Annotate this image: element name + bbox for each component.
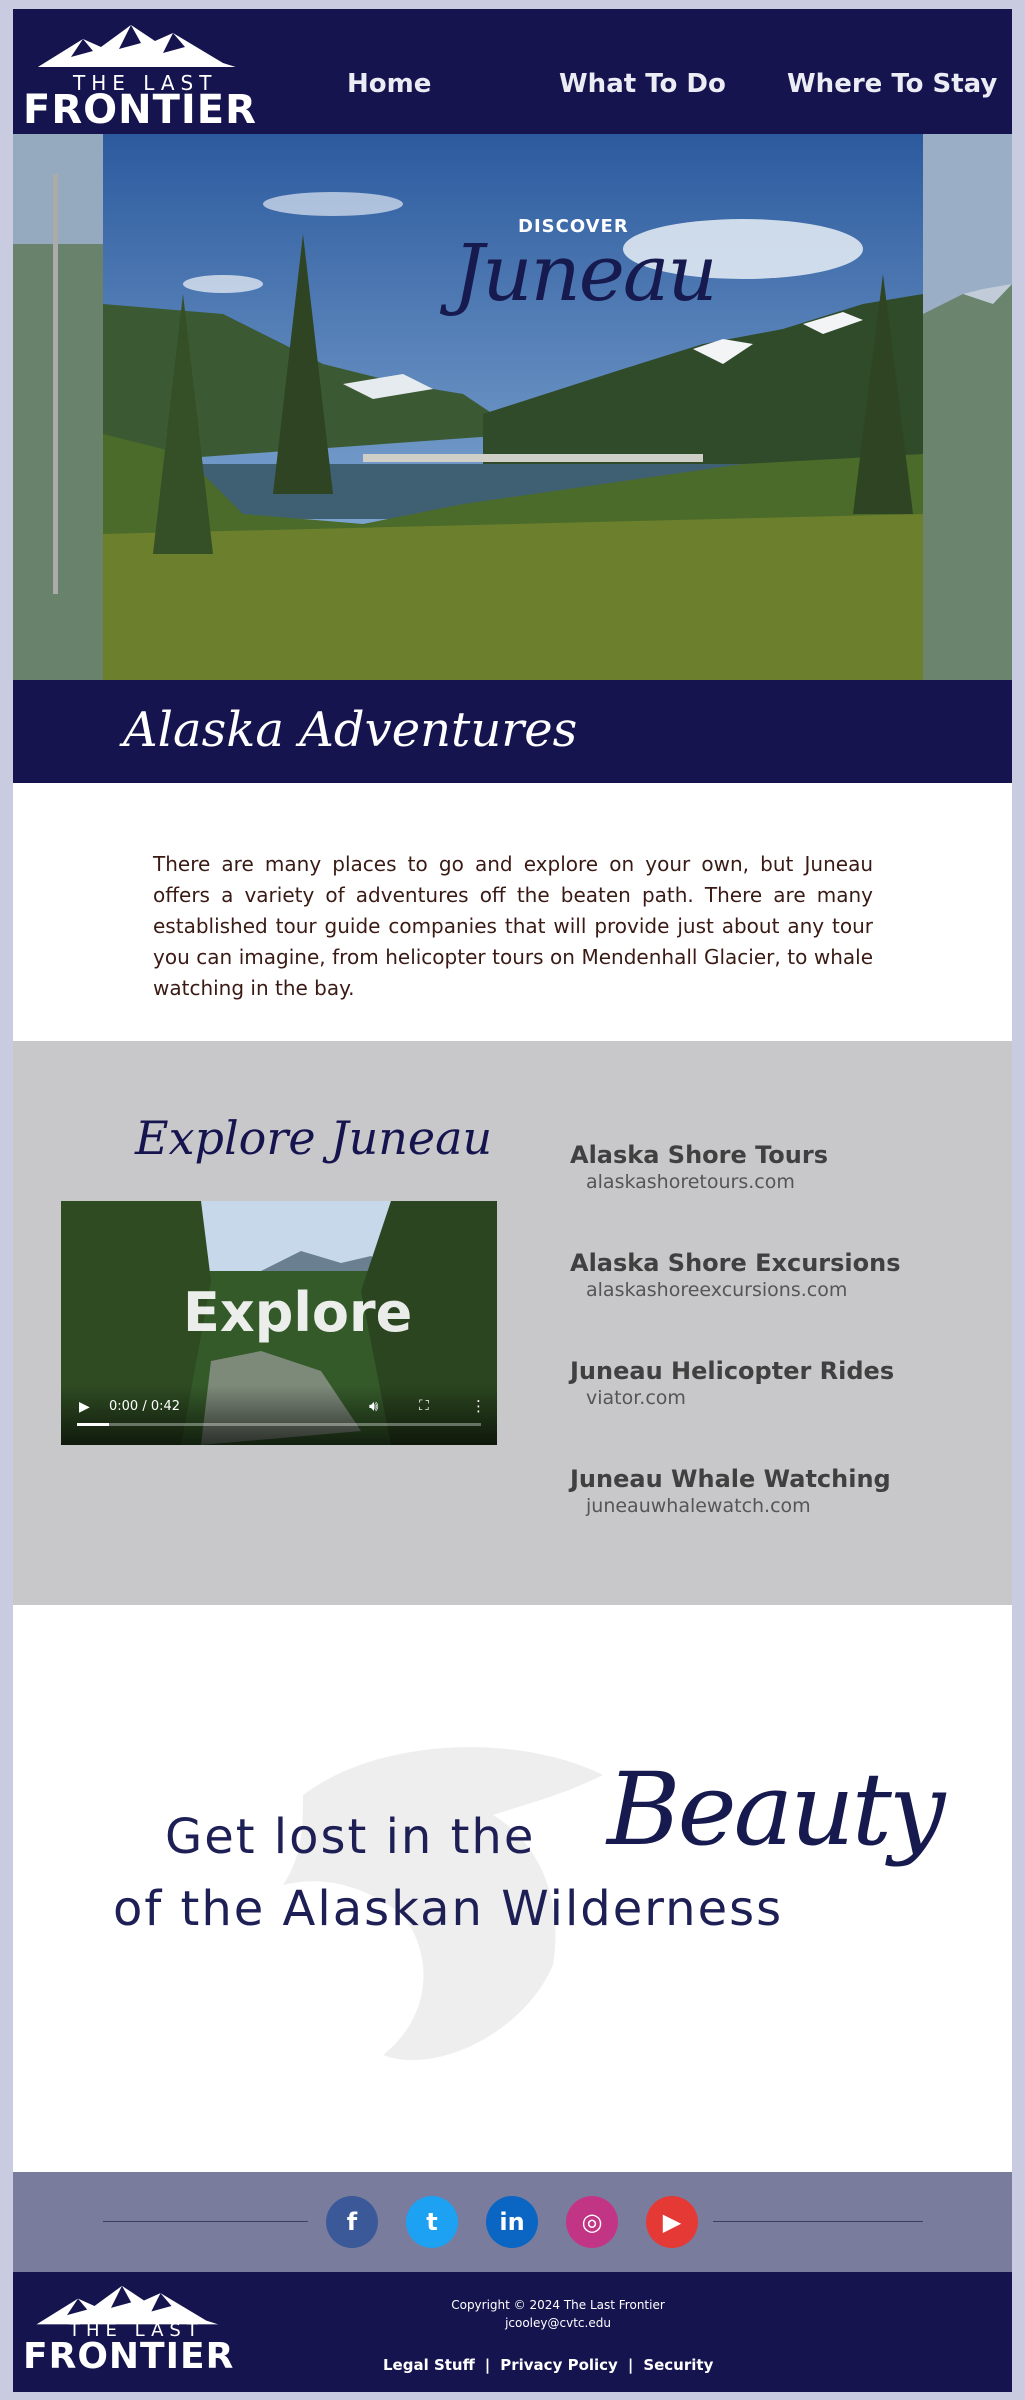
social-bar: f t in ◎ ▶ xyxy=(13,2172,1012,2272)
more-options-icon[interactable]: ⋮ xyxy=(471,1397,486,1415)
twitter-icon[interactable]: t xyxy=(406,2196,458,2248)
youtube-icon[interactable]: ▶ xyxy=(646,2196,698,2248)
page: THE LAST FRONTIER Home What To Do Where … xyxy=(13,9,1012,2392)
tour-item[interactable]: Alaska Shore Excursions alaskashoreexcur… xyxy=(570,1249,990,1301)
security-link[interactable]: Security xyxy=(643,2356,713,2374)
volume-icon[interactable]: 🔊︎ xyxy=(369,1397,378,1415)
beauty-line-2: of the Alaskan Wilderness xyxy=(113,1881,784,1937)
instagram-icon[interactable]: ◎ xyxy=(566,2196,618,2248)
legal-link[interactable]: Legal Stuff xyxy=(383,2356,475,2374)
copyright-text: Copyright © 2024 The Last Frontier xyxy=(451,2298,665,2312)
video-controls xyxy=(61,1385,497,1445)
tour-url[interactable]: viator.com xyxy=(586,1387,990,1409)
hero-banner: DISCOVER Juneau xyxy=(13,134,1012,680)
intro-section: There are many places to go and explore … xyxy=(13,783,1012,1041)
copyright-block: Copyright © 2024 The Last Frontier jcool… xyxy=(433,2296,683,2332)
footer-logo[interactable]: THE LAST FRONTIER xyxy=(23,2278,278,2390)
hero-juneau-photo xyxy=(103,134,923,680)
link-separator: | xyxy=(484,2356,491,2374)
mountain-logo-icon xyxy=(23,25,263,77)
site-header: THE LAST FRONTIER Home What To Do Where … xyxy=(13,9,1012,134)
intro-paragraph: There are many places to go and explore … xyxy=(153,852,873,1000)
tour-item[interactable]: Juneau Whale Watching juneauwhalewatch.c… xyxy=(570,1465,990,1517)
section-title: Alaska Adventures xyxy=(123,702,578,758)
fullscreen-icon[interactable]: ⛶ xyxy=(419,1398,429,1414)
footer-logo-wordmark: FRONTIER xyxy=(23,2336,235,2377)
hero-side-image-left xyxy=(13,134,103,680)
logo-wordmark: FRONTIER xyxy=(23,87,257,133)
tour-url[interactable]: juneauwhalewatch.com xyxy=(586,1495,990,1517)
video-progress-fill xyxy=(77,1423,110,1426)
nav-what-to-do[interactable]: What To Do xyxy=(559,69,726,99)
facebook-icon[interactable]: f xyxy=(326,2196,378,2248)
tour-item[interactable]: Alaska Shore Tours alaskashoretours.com xyxy=(570,1141,990,1193)
beauty-word: Beauty xyxy=(607,1751,945,1868)
hero-side-image-right xyxy=(923,134,1012,680)
tour-url[interactable]: alaskashoretours.com xyxy=(586,1171,990,1193)
tour-item[interactable]: Juneau Helicopter Rides viator.com xyxy=(570,1357,990,1409)
section-title-band: Alaska Adventures xyxy=(13,680,1012,783)
play-icon[interactable]: ▶ xyxy=(79,1399,90,1415)
explore-video-player[interactable]: Explore ▶ 0:00 / 0:42 🔊︎ ⛶ ⋮ xyxy=(61,1201,497,1445)
tour-name[interactable]: Alaska Shore Excursions xyxy=(570,1249,990,1277)
privacy-link[interactable]: Privacy Policy xyxy=(500,2356,618,2374)
video-caption: Explore xyxy=(183,1281,413,1344)
divider-left xyxy=(103,2221,308,2222)
explore-title: Explore Juneau xyxy=(135,1111,493,1165)
tour-name[interactable]: Juneau Helicopter Rides xyxy=(570,1357,990,1385)
nav-where-to-stay[interactable]: Where To Stay xyxy=(787,69,997,99)
footer-links: Legal Stuff | Privacy Policy | Security xyxy=(383,2356,713,2374)
tour-url[interactable]: alaskashoreexcursions.com xyxy=(586,1279,990,1301)
tour-name[interactable]: Juneau Whale Watching xyxy=(570,1465,990,1493)
video-time: 0:00 / 0:42 xyxy=(109,1399,181,1414)
linkedin-icon[interactable]: in xyxy=(486,2196,538,2248)
nav-home[interactable]: Home xyxy=(347,69,431,99)
contact-email[interactable]: jcooley@cvtc.edu xyxy=(433,2314,683,2332)
site-footer: THE LAST FRONTIER Copyright © 2024 The L… xyxy=(13,2272,1012,2392)
beauty-section: Get lost in the Beauty of the Alaskan Wi… xyxy=(13,1605,1012,2172)
hero-city-title: Juneau xyxy=(453,229,718,319)
site-logo[interactable]: THE LAST FRONTIER xyxy=(23,17,278,133)
divider-right xyxy=(713,2221,923,2222)
explore-section: Explore Juneau Explore ▶ 0:00 / 0:42 🔊︎ … xyxy=(13,1041,1012,1605)
tour-name[interactable]: Alaska Shore Tours xyxy=(570,1141,990,1169)
beauty-line-1: Get lost in the xyxy=(165,1809,536,1865)
link-separator: | xyxy=(627,2356,634,2374)
video-progress-bar[interactable] xyxy=(77,1423,481,1426)
